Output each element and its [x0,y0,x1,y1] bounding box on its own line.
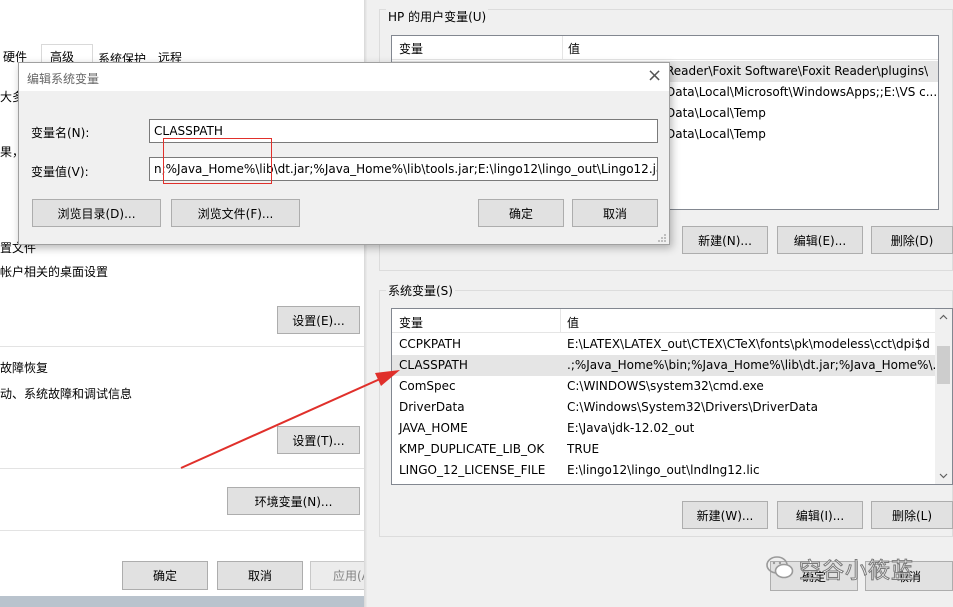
wechat-logo-icon [766,556,794,579]
watermark-text: 空谷小筱蓝 [799,559,915,585]
red-arrow-annotation [180,370,400,469]
watermark: 空谷小筱蓝 [765,548,935,588]
